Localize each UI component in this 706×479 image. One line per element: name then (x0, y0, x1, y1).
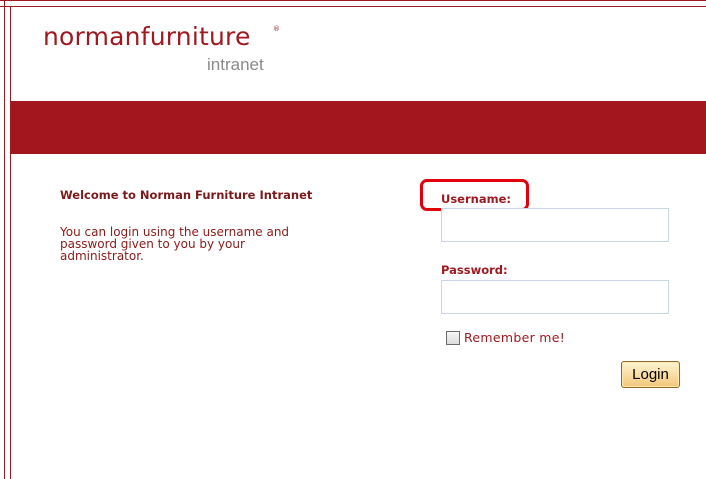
username-highlight-box (420, 179, 529, 211)
page-border-left-inner (10, 6, 11, 479)
password-field[interactable] (441, 280, 669, 314)
welcome-text: You can login using the username and pas… (60, 226, 380, 262)
logo-part-furniture: furniture (140, 22, 251, 51)
welcome-title: Welcome to Norman Furniture Intranet (60, 188, 313, 202)
remember-me-label[interactable]: Remember me! (464, 330, 565, 345)
remember-me-checkbox[interactable] (446, 330, 460, 345)
logo-registered-mark: ® (273, 25, 280, 33)
logo-subtitle: intranet (207, 55, 264, 74)
page-border-top (0, 0, 706, 1)
logo-wordmark: normanfurniture (43, 22, 251, 51)
login-button[interactable]: Login (621, 361, 680, 388)
header-banner (11, 101, 706, 154)
password-label: Password: (441, 263, 508, 277)
logo-part-norman: norman (43, 22, 141, 51)
page-border-top-inner (0, 6, 706, 7)
brand-logo: normanfurniture ® intranet (43, 22, 280, 73)
username-field[interactable] (441, 208, 669, 242)
page-border-left (4, 0, 5, 479)
remember-me[interactable]: Remember me! (446, 330, 565, 345)
welcome-text-line: administrator. (60, 249, 144, 263)
